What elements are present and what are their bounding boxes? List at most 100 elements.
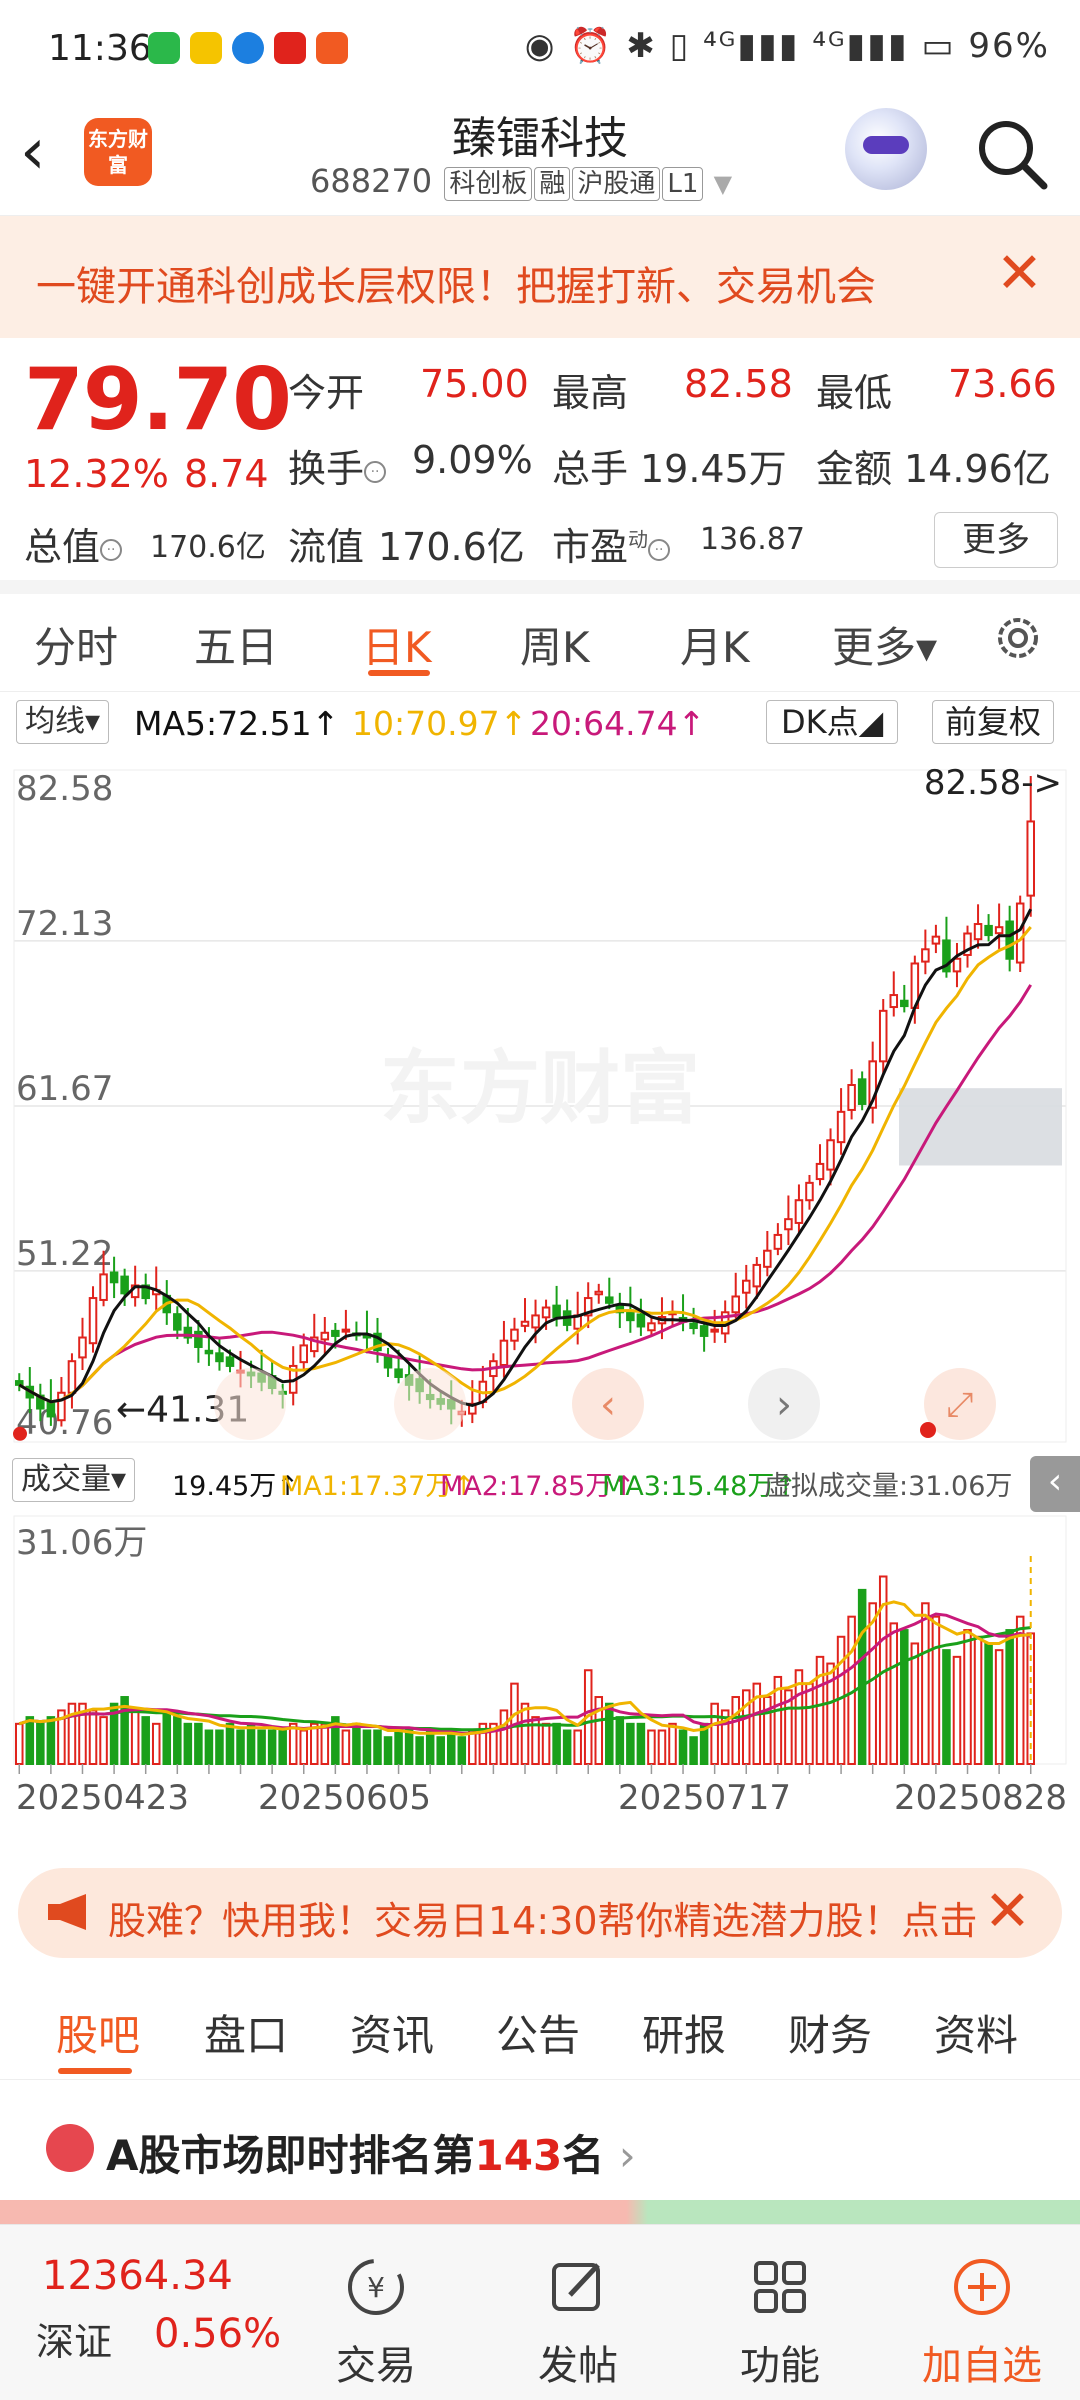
chevron-right-icon: › bbox=[618, 2131, 636, 2180]
indicator-selector[interactable]: 均线▾ bbox=[16, 700, 110, 744]
volume-bar bbox=[594, 1696, 604, 1765]
volume-bar bbox=[88, 1709, 98, 1765]
nav-trade[interactable]: 交易 bbox=[296, 2333, 456, 2391]
gear-icon[interactable] bbox=[990, 610, 1046, 666]
volume-bar bbox=[499, 1709, 509, 1765]
volume-bar bbox=[341, 1729, 351, 1765]
candle-body bbox=[552, 1304, 561, 1319]
promo-bar[interactable]: 股难？快用我！交易日14:30帮你精选潜力股！点击 ✕ bbox=[18, 1868, 1062, 1958]
current-price: 79.70 bbox=[24, 350, 292, 450]
tab-five-day[interactable]: 五日 bbox=[194, 614, 278, 675]
search-icon[interactable] bbox=[972, 114, 1052, 194]
volume-bar bbox=[984, 1642, 993, 1765]
candle-body bbox=[752, 1263, 762, 1288]
tab-research[interactable]: 研报 bbox=[642, 2002, 726, 2063]
index-name[interactable]: 深证 bbox=[36, 2311, 112, 2366]
volume-bar bbox=[689, 1736, 698, 1765]
status-indicators: ◉ ⏰ ✱ ▯ ⁴ᴳ▮▮▮ ⁴ᴳ▮▮▮ ▭ 96% bbox=[525, 26, 1050, 66]
volume-chart[interactable]: 31.06万 bbox=[0, 1510, 1080, 1776]
stock-header: ‹ 东方财富 臻镭科技 688270 科创板融沪股通 L1 ▼ bbox=[0, 100, 1080, 216]
volume-bar bbox=[952, 1655, 962, 1765]
nav-post[interactable]: 发帖 bbox=[498, 2333, 658, 2391]
banner-text[interactable]: 一键开通科创成长层权限！把握打新、交易机会 bbox=[36, 254, 876, 312]
candle-body bbox=[594, 1290, 604, 1296]
tab-guba[interactable]: 股吧 bbox=[56, 2002, 140, 2063]
candle-body bbox=[394, 1368, 403, 1378]
volume-bar bbox=[130, 1709, 140, 1765]
tab-profile[interactable]: 资料 bbox=[934, 2002, 1018, 2063]
candle-body bbox=[878, 1009, 888, 1063]
candle-body bbox=[215, 1352, 224, 1363]
promo-close-button[interactable]: ✕ bbox=[984, 1882, 1031, 1942]
svg-text:¥: ¥ bbox=[367, 2271, 385, 2304]
tab-orderbook[interactable]: 盘口 bbox=[204, 2002, 288, 2063]
candle-body bbox=[741, 1279, 751, 1294]
candle-body bbox=[67, 1360, 77, 1394]
x-tick-label: 20250423 bbox=[16, 1778, 190, 1818]
rank-text[interactable]: A股市场即时排名第143名 › bbox=[106, 2122, 636, 2183]
nav-functions[interactable]: 功能 bbox=[700, 2333, 860, 2391]
assistant-robot-icon[interactable] bbox=[845, 108, 927, 190]
low-label: 最低 bbox=[816, 371, 893, 415]
candle-body bbox=[605, 1296, 614, 1304]
amount-value: 14.96亿 bbox=[904, 447, 1051, 491]
volume-bar bbox=[741, 1689, 751, 1765]
volume-bar bbox=[373, 1729, 382, 1765]
volume-bar bbox=[815, 1655, 825, 1765]
promo-text[interactable]: 股难？快用我！交易日14:30帮你精选潜力股！点击 bbox=[108, 1890, 988, 1945]
volume-bar bbox=[288, 1722, 298, 1765]
stock-code-line[interactable]: 688270 科创板融沪股通 L1 ▼ bbox=[310, 162, 732, 201]
candle-body bbox=[952, 957, 962, 973]
edit-post-icon[interactable] bbox=[546, 2255, 610, 2319]
volume-bar bbox=[394, 1729, 403, 1765]
add-watchlist-icon[interactable] bbox=[950, 2255, 1014, 2319]
candle-body bbox=[120, 1275, 129, 1295]
tab-more[interactable]: 更多▾ bbox=[832, 614, 937, 675]
index-change[interactable]: 0.56% bbox=[154, 2311, 281, 2357]
volume-bar bbox=[573, 1729, 582, 1765]
dk-point-button[interactable]: DK点◢ bbox=[766, 700, 899, 744]
nav-add-watchlist[interactable]: 加自选 bbox=[902, 2333, 1062, 2391]
candle-body bbox=[710, 1328, 719, 1333]
candle-body bbox=[331, 1329, 340, 1337]
tab-monthly-k[interactable]: 月K bbox=[680, 614, 750, 675]
functions-grid-icon[interactable] bbox=[748, 2255, 812, 2319]
upgrade-banner[interactable]: 一键开通科创成长层权限！把握打新、交易机会 ✕ bbox=[0, 216, 1080, 338]
collapse-panel-button[interactable]: ‹ bbox=[1030, 1456, 1080, 1512]
volume-y-label: 31.06万 bbox=[16, 1523, 147, 1563]
tab-announcements[interactable]: 公告 bbox=[496, 2002, 580, 2063]
candle-body bbox=[194, 1330, 203, 1348]
ma20-label: 20:64.74↑ bbox=[530, 704, 706, 743]
more-quote-button[interactable]: 更多 bbox=[934, 512, 1058, 568]
trade-icon[interactable]: ¥ bbox=[344, 2255, 408, 2319]
index-value[interactable]: 12364.34 bbox=[42, 2253, 233, 2299]
tab-daily-k[interactable]: 日K bbox=[362, 614, 432, 675]
tab-intraday[interactable]: 分时 bbox=[34, 614, 118, 675]
kline-chart[interactable]: 82.5872.1361.6751.2240.76东方财富82.58->←41.… bbox=[0, 746, 1080, 1452]
active-tab-indicator bbox=[368, 670, 430, 676]
candle-body bbox=[499, 1339, 509, 1366]
volume-bar bbox=[657, 1729, 667, 1765]
volume-bar bbox=[194, 1722, 203, 1765]
tab-weekly-k[interactable]: 周K bbox=[520, 614, 590, 675]
status-time: 11:36 bbox=[48, 28, 152, 69]
volume-bar bbox=[215, 1729, 224, 1765]
volume-bar bbox=[246, 1722, 256, 1765]
candle-body bbox=[794, 1199, 804, 1224]
candle-body bbox=[225, 1356, 235, 1367]
rank-chart-icon bbox=[46, 2124, 94, 2172]
tab-financials[interactable]: 财务 bbox=[788, 2002, 872, 2063]
volume-bar bbox=[868, 1602, 877, 1766]
tab-news[interactable]: 资讯 bbox=[350, 2002, 434, 2063]
tag-level: L1 bbox=[662, 167, 704, 201]
volume-bar bbox=[963, 1629, 972, 1766]
info-icon: ·· bbox=[364, 460, 387, 483]
adjust-button[interactable]: 前复权 bbox=[932, 700, 1055, 744]
banner-close-button[interactable]: ✕ bbox=[996, 244, 1043, 304]
min-dot bbox=[13, 1426, 27, 1441]
candle-body bbox=[383, 1354, 393, 1369]
volume-selector[interactable]: 成交量▾ bbox=[12, 1458, 136, 1502]
volume-bar bbox=[668, 1722, 677, 1765]
volume-bar bbox=[383, 1736, 393, 1765]
candle-body bbox=[46, 1401, 56, 1418]
